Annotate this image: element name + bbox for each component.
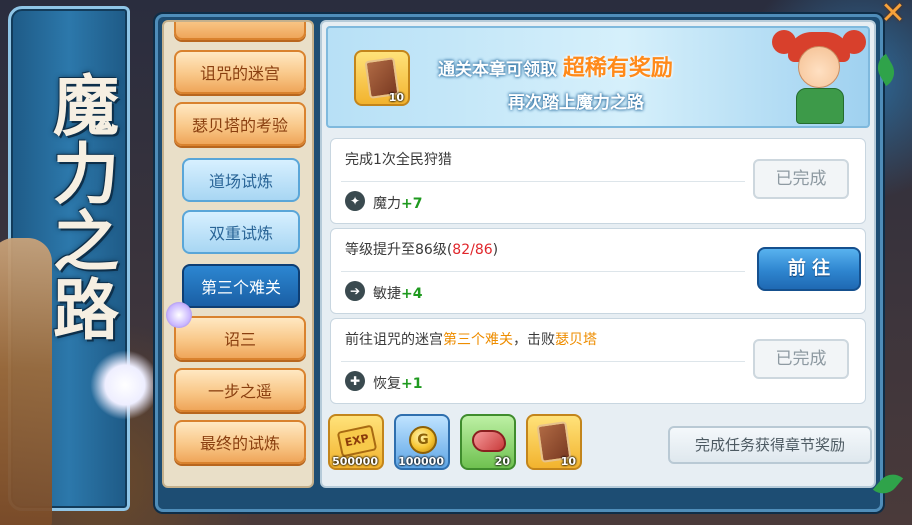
promo-line-2: 再次踏上魔力之路 xyxy=(508,93,644,113)
nav-item-sebeta-trial[interactable]: 瑟贝塔的考验 xyxy=(174,102,306,146)
progress-current: 82 xyxy=(452,242,471,258)
reward-qty: 500000 xyxy=(332,455,378,468)
guide-character-portrait xyxy=(770,28,866,126)
reward-qty: 20 xyxy=(494,455,510,468)
divider xyxy=(341,361,745,362)
reward-item-exp[interactable]: EXP 500000 xyxy=(328,414,384,470)
task-row: 等级提升至86级(82/86) ➔ 敏捷+4 前 往 xyxy=(330,228,866,314)
reward-value: +1 xyxy=(401,376,423,392)
progress-total: 86 xyxy=(474,242,493,258)
task-title-text: 前往诅咒的迷宫 xyxy=(345,332,443,348)
reward-value: +4 xyxy=(401,286,423,302)
promo-reward-item[interactable]: 10 xyxy=(354,50,410,106)
promo-highlight: 超稀有奖励 xyxy=(562,56,673,81)
reward-label: 恢复 xyxy=(373,376,401,392)
face xyxy=(798,46,840,88)
claim-chapter-reward-button[interactable]: 完成任务获得章节奖励 xyxy=(668,426,872,464)
nav-item-cursed-maze[interactable]: 诅咒的迷宫 xyxy=(174,50,306,94)
promo-item-qty: 10 xyxy=(388,91,404,104)
task-title-mid: ，击败 xyxy=(513,332,555,348)
task-title: 完成1次全民狩猎 xyxy=(345,152,452,168)
divider xyxy=(341,271,745,272)
reward-item-meat[interactable]: 20 xyxy=(460,414,516,470)
task-title: 前往诅咒的迷宫第三个难关，击败瑟贝塔 xyxy=(345,329,597,349)
character-illustration-left xyxy=(0,238,52,525)
task-row: 前往诅咒的迷宫第三个难关，击败瑟贝塔 ✚ 恢复+1 已完成 xyxy=(330,318,866,404)
divider xyxy=(341,181,745,182)
meat-icon xyxy=(472,430,506,452)
completed-button[interactable]: 已完成 xyxy=(753,339,849,379)
coin-icon: G xyxy=(409,426,437,454)
outfit xyxy=(796,88,844,124)
close-icon[interactable]: ✕ xyxy=(878,0,908,30)
task-location: 第三个难关 xyxy=(443,332,513,348)
completed-button[interactable]: 已完成 xyxy=(753,159,849,199)
lily-flower-decoration xyxy=(90,350,160,420)
reward-value: +7 xyxy=(401,196,423,212)
agility-icon: ➔ xyxy=(345,281,365,301)
magic-icon: ✦ xyxy=(345,191,365,211)
nav-item-third-challenge[interactable]: 第三个难关 xyxy=(182,264,300,308)
nav-item-partial[interactable] xyxy=(174,22,306,40)
task-title-suffix: ) xyxy=(492,242,499,258)
nav-item-double-trial[interactable]: 双重试炼 xyxy=(182,210,300,254)
task-row: 完成1次全民狩猎 ✦ 魔力+7 已完成 xyxy=(330,138,866,224)
reward-qty: 100000 xyxy=(398,455,444,468)
task-title-text: 等级提升至86级( xyxy=(345,242,453,258)
chapter-nav: 诅咒的迷宫 瑟贝塔的考验 道场试炼 双重试炼 第三个难关 诏三 一步之遥 最终的… xyxy=(162,20,314,488)
nav-item-final-trial[interactable]: 最终的试炼 xyxy=(174,420,306,464)
go-button[interactable]: 前 往 xyxy=(757,247,861,291)
reward-label: 敏捷 xyxy=(373,286,401,302)
task-reward: 魔力+7 xyxy=(373,193,422,213)
task-reward: 恢复+1 xyxy=(373,373,422,393)
task-reward: 敏捷+4 xyxy=(373,283,422,303)
nav-item-zhao-san[interactable]: 诏三 xyxy=(174,316,306,360)
reward-label: 魔力 xyxy=(373,196,401,212)
nav-item-one-step[interactable]: 一步之遥 xyxy=(174,368,306,412)
sparkle-icon xyxy=(166,302,192,328)
reward-qty: 10 xyxy=(560,455,576,468)
recovery-icon: ✚ xyxy=(345,371,365,391)
promo-line-1: 通关本章可领取 超稀有奖励 xyxy=(438,50,758,82)
nav-item-dojo-trial[interactable]: 道场试炼 xyxy=(182,158,300,202)
exp-icon: EXP xyxy=(336,424,378,458)
reward-item-card[interactable]: 10 xyxy=(526,414,582,470)
promo-line-1-text: 通关本章可领取 xyxy=(438,60,557,80)
task-title: 等级提升至86级(82/86) xyxy=(345,239,498,259)
task-target: 瑟贝塔 xyxy=(555,332,597,348)
reward-item-coin[interactable]: G 100000 xyxy=(394,414,450,470)
